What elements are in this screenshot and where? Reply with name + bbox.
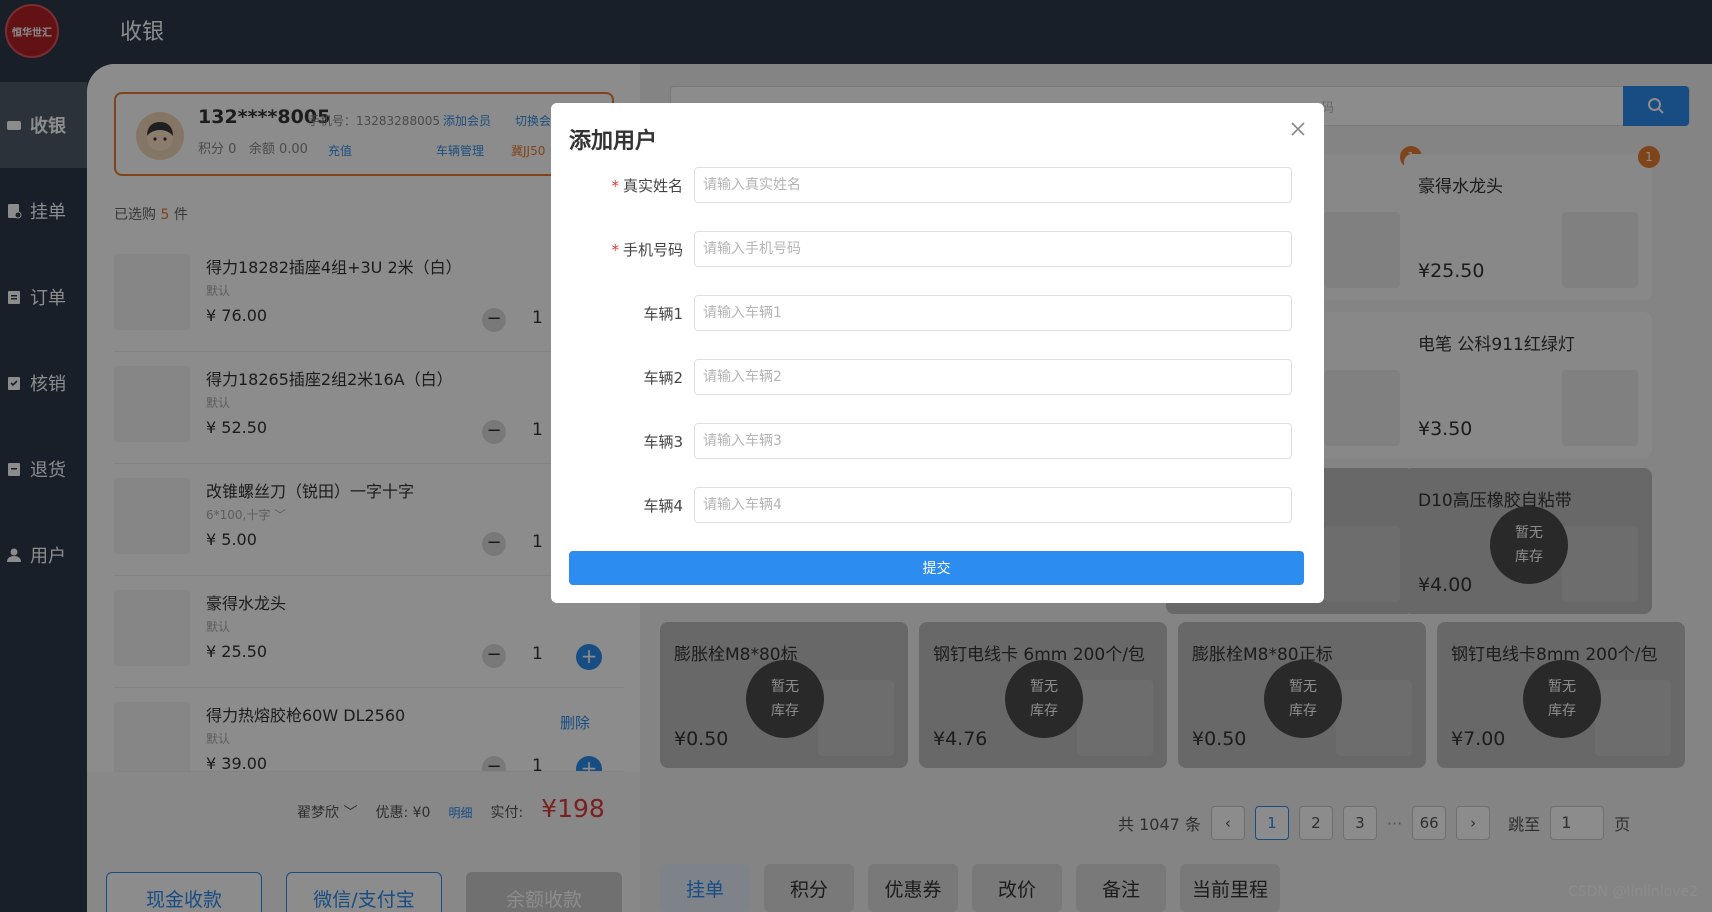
vehicle-3-input[interactable] (694, 423, 1292, 459)
field-label: * 手机号码 (611, 241, 683, 259)
submit-button[interactable]: 提交 (569, 551, 1304, 585)
phone-input[interactable] (694, 231, 1292, 267)
field-label: * 真实姓名 (611, 177, 683, 195)
vehicle-1-field: 车辆1 (569, 295, 1304, 331)
dialog-title: 添加用户 (569, 129, 658, 154)
vehicle-2-input[interactable] (694, 359, 1292, 395)
field-label: 车辆3 (643, 433, 683, 451)
close-icon[interactable] (1288, 119, 1308, 139)
real-name-input[interactable] (694, 167, 1292, 203)
phone-field: * 手机号码 (569, 231, 1304, 267)
vehicle-4-field: 车辆4 (569, 487, 1304, 523)
field-label: 车辆4 (643, 497, 683, 515)
add-user-dialog: 添加用户 *真实姓名 *手机号码 车辆1 车辆2 车辆3 车辆4 提交 (551, 103, 1324, 603)
real-name-field: * 真实姓名 (569, 167, 1304, 203)
vehicle-3-field: 车辆3 (569, 423, 1304, 459)
vehicle-1-input[interactable] (694, 295, 1292, 331)
vehicle-4-input[interactable] (694, 487, 1292, 523)
field-label: 车辆1 (643, 305, 683, 323)
field-label: 车辆2 (643, 369, 683, 387)
vehicle-2-field: 车辆2 (569, 359, 1304, 395)
